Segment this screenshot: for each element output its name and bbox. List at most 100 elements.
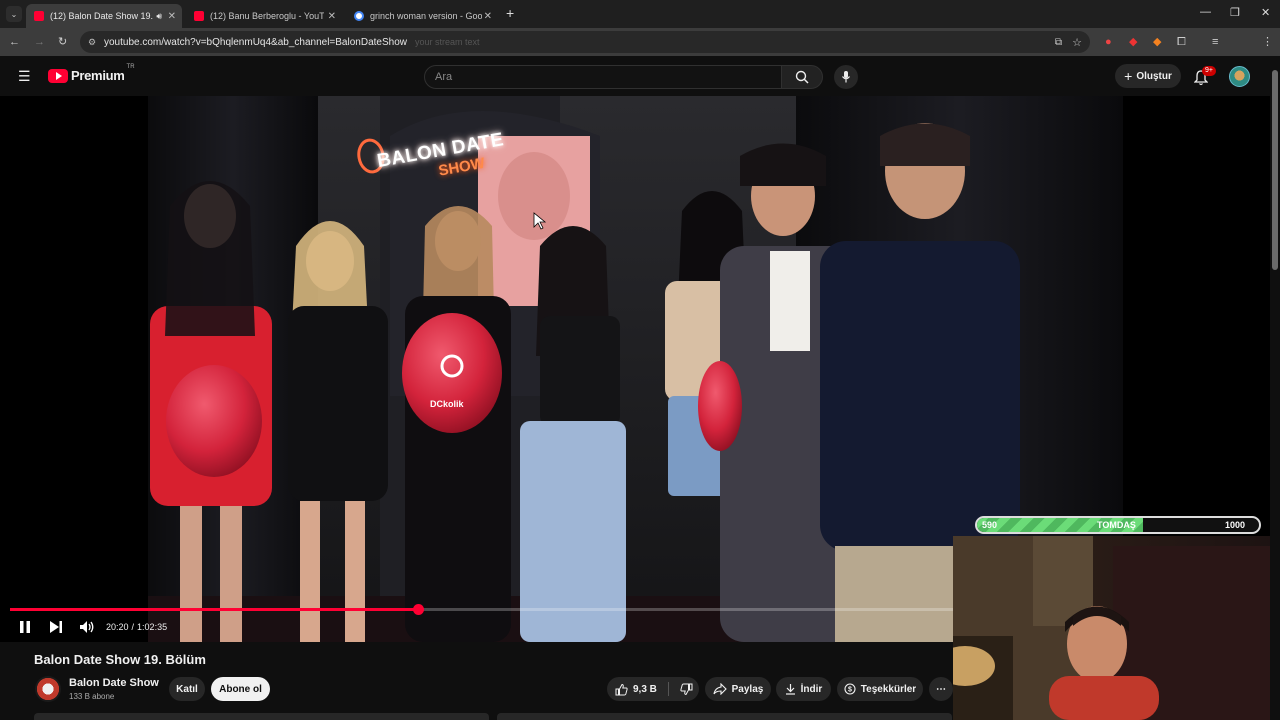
dislike-button[interactable] [680, 683, 693, 696]
notification-badge: 9+ [1202, 66, 1216, 76]
close-icon[interactable]: ✕ [328, 11, 336, 22]
forward-icon[interactable]: → [34, 35, 45, 49]
subscribe-button[interactable]: Abone ol [211, 677, 270, 701]
dislike-icon [680, 683, 693, 695]
media-control-icon[interactable]: ≡ [1212, 35, 1218, 49]
goal-left-value: 590 [982, 520, 998, 530]
like-divider [667, 682, 669, 696]
address-bar[interactable]: ⚙ youtube.com/watch?v=bQhqlenmUq4&ab_cha… [80, 31, 1090, 53]
speaker-icon: 🔊︎ [156, 10, 162, 21]
tab-search-button[interactable]: ⌄ [6, 6, 22, 22]
logo-region: TR [126, 64, 135, 70]
back-icon[interactable]: ← [9, 35, 20, 49]
hamburger-icon[interactable]: ☰ [18, 68, 31, 85]
share-icon [713, 683, 727, 695]
url-overlay-text: your stream text [414, 37, 480, 47]
video-title: Balon Date Show 19. Bölüm [34, 652, 206, 667]
download-button[interactable]: İndir [776, 677, 831, 701]
more-actions-button[interactable]: ⋯ [929, 677, 953, 701]
join-label: Katıl [176, 683, 198, 695]
page-scrollbar[interactable] [1270, 56, 1280, 720]
svg-text:$: $ [848, 687, 852, 694]
mic-icon [842, 71, 850, 83]
voice-search-button[interactable] [834, 65, 858, 89]
plus-icon: + [1124, 68, 1133, 84]
volume-icon [80, 621, 94, 633]
browser-tab-2[interactable]: (12) Banu Berberoglu - YouTube ✕ [186, 4, 342, 28]
youtube-favicon-icon [194, 11, 204, 21]
reload-icon[interactable]: ↻ [58, 35, 67, 49]
goal-label: TOMDAŞ [1097, 520, 1136, 530]
below-fold-edge [34, 713, 489, 720]
menu-icon[interactable]: ⋮ [1262, 35, 1273, 49]
thanks-button[interactable]: $ Teşekkürler [837, 677, 923, 701]
balloon-brand-text: DCkolik [430, 399, 464, 409]
notifications-button[interactable]: 9+ [1194, 66, 1216, 86]
tab-title: (12) Balon Date Show 19. B [50, 11, 154, 21]
goal-right-value: 1000 [1224, 520, 1245, 530]
restore-icon[interactable]: ❐ [1230, 6, 1240, 19]
logo-text: Premium [71, 68, 125, 83]
google-favicon-icon [354, 11, 364, 21]
url-text: youtube.com/watch?v=bQhqlenmUq4&ab_chann… [104, 36, 407, 48]
extensions-puzzle-icon[interactable]: ⧠ [1177, 35, 1186, 49]
channel-avatar[interactable] [35, 676, 61, 702]
time-display: 20:20 / 1:02:35 [106, 622, 167, 632]
join-button[interactable]: Katıl [169, 677, 205, 701]
thanks-icon: $ [844, 683, 856, 695]
like-button[interactable]: 9,3 B [615, 683, 657, 696]
browser-tab-3[interactable]: grinch woman version - Google ✕ [346, 4, 498, 28]
volume-button[interactable] [79, 620, 95, 634]
below-fold-edge [497, 713, 952, 720]
more-icon: ⋯ [936, 683, 946, 695]
new-tab-button[interactable]: + [506, 5, 514, 21]
share-label: Paylaş [731, 683, 764, 695]
browser-tab-strip: ⌄ (12) Balon Date Show 19. B 🔊︎ ✕ (12) B… [0, 0, 1280, 28]
browser-tab-1[interactable]: (12) Balon Date Show 19. B 🔊︎ ✕ [26, 4, 182, 28]
extension-icon[interactable]: ◆ [1129, 35, 1137, 49]
download-label: İndir [800, 683, 823, 695]
subscriber-count: 133 B abone [69, 692, 115, 701]
stream-goal-bar: 590 TOMDAŞ 1000 [975, 516, 1261, 534]
like-count: 9,3 B [633, 683, 657, 695]
next-button[interactable] [49, 620, 63, 634]
minimize-icon[interactable]: — [1200, 6, 1211, 18]
progress-played [10, 608, 418, 611]
browser-toolbar: ← → ↻ ⚙ youtube.com/watch?v=bQhqlenmUq4&… [0, 28, 1280, 76]
search-button[interactable] [781, 65, 823, 89]
tab-title: (12) Banu Berberoglu - YouTube [210, 11, 324, 21]
close-icon[interactable]: ✕ [484, 11, 492, 22]
channel-name[interactable]: Balon Date Show [69, 677, 159, 689]
next-icon [50, 621, 62, 633]
site-info-icon[interactable]: ⚙ [88, 37, 96, 48]
youtube-play-icon [48, 68, 68, 83]
extension-icon[interactable]: ◆ [1153, 35, 1161, 49]
search-input[interactable]: Ara [424, 65, 782, 89]
webcam-overlay [953, 536, 1280, 720]
extension-icon[interactable]: ● [1105, 35, 1112, 49]
pause-button[interactable] [18, 620, 32, 634]
progress-scrubber[interactable] [412, 604, 424, 615]
pause-icon [20, 621, 30, 633]
install-icon[interactable]: ⧉ [1055, 37, 1062, 48]
close-icon[interactable]: ✕ [168, 11, 176, 22]
bookmark-star-icon[interactable]: ☆ [1072, 36, 1082, 49]
time-total: 1:02:35 [137, 622, 168, 632]
create-label: Oluştur [1136, 70, 1172, 82]
account-avatar[interactable] [1229, 66, 1250, 87]
download-icon [785, 684, 795, 695]
webcam-image [953, 536, 1280, 720]
like-icon [615, 683, 628, 695]
youtube-favicon-icon [34, 11, 44, 21]
youtube-header: ☰ Premium TR Ara + Oluştur 9+ [0, 56, 1280, 96]
time-current: 20:20 [106, 622, 129, 632]
share-button[interactable]: Paylaş [705, 677, 771, 701]
youtube-logo[interactable]: Premium TR [48, 64, 135, 83]
create-button[interactable]: + Oluştur [1115, 64, 1181, 88]
like-dislike-group: 9,3 B [607, 677, 699, 701]
thanks-label: Teşekkürler [860, 683, 917, 695]
subscribe-label: Abone ol [219, 683, 262, 695]
scrollbar-thumb[interactable] [1272, 70, 1278, 270]
search-icon [795, 70, 809, 84]
window-close-icon[interactable]: ✕ [1261, 6, 1270, 19]
